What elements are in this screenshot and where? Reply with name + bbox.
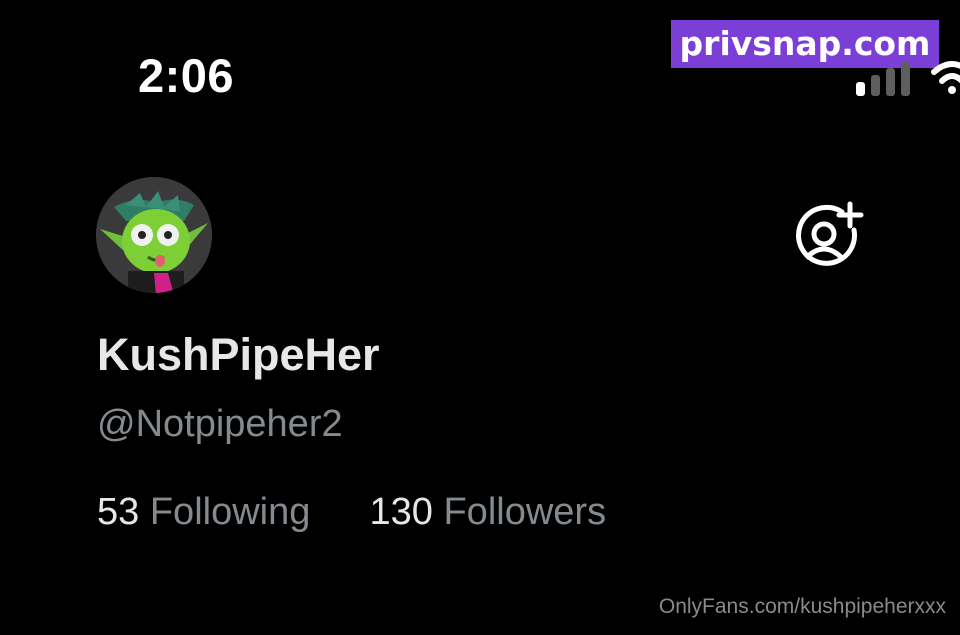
profile-display-name: KushPipeHer [97, 329, 380, 380]
cellular-signal-icon [856, 62, 910, 96]
following-count: 53 [97, 491, 140, 533]
profile-handle: @Notpipeher2 [97, 403, 343, 445]
profile-screen: 2:06 privsnap.com KushPipeHer @Notpipehe… [0, 0, 960, 635]
avatar-image [96, 177, 212, 293]
wifi-icon [931, 61, 960, 94]
profile-stats: 53 Following 130 Followers [97, 493, 606, 531]
followers-label: Followers [443, 491, 607, 533]
avatar[interactable] [96, 177, 212, 293]
following-label: Following [149, 491, 311, 533]
add-user-icon[interactable] [792, 200, 864, 272]
following-link[interactable]: 53 Following [97, 491, 321, 533]
followers-link[interactable]: 130 Followers [370, 491, 607, 533]
watermark-banner: privsnap.com [671, 20, 939, 68]
footer-watermark-link: OnlyFans.com/kushpipeherxxx [658, 595, 946, 618]
status-bar-time: 2:06 [138, 49, 235, 102]
followers-count: 130 [369, 491, 433, 533]
